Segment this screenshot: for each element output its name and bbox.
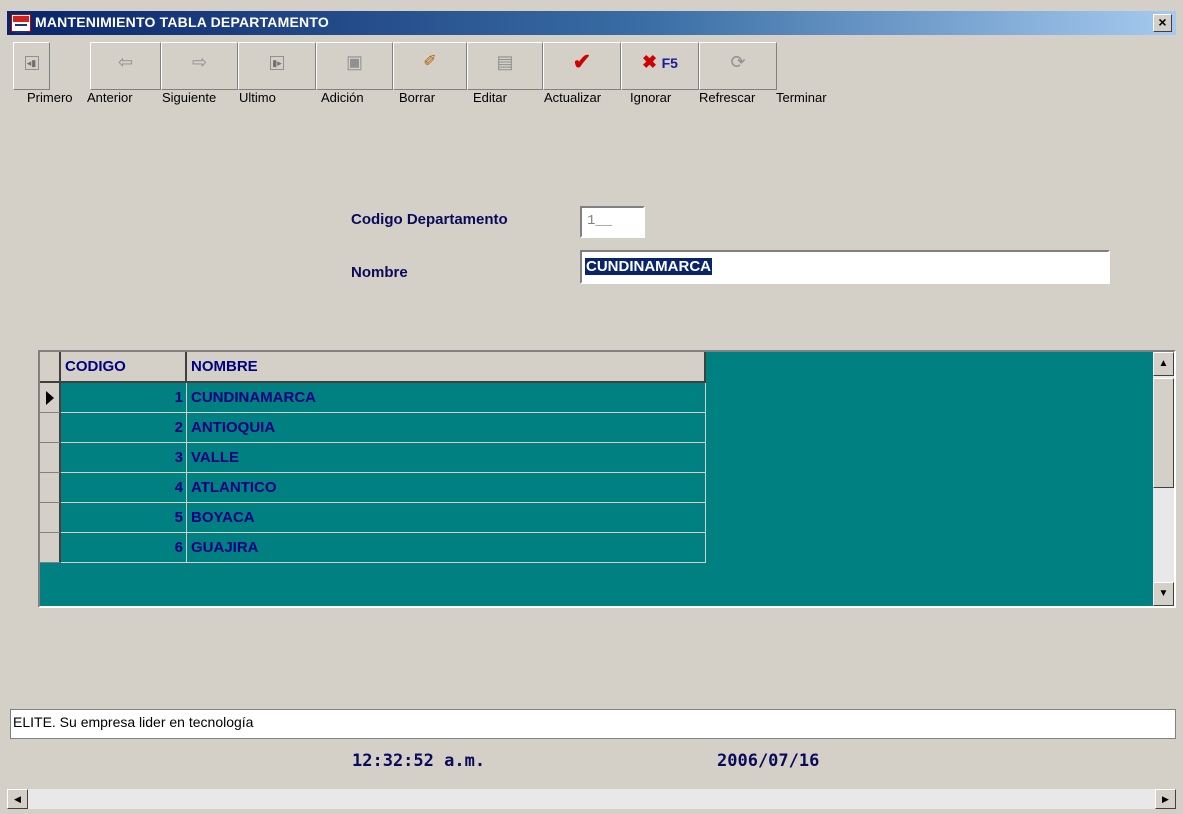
scroll-left-icon[interactable]: ◀ bbox=[7, 789, 28, 809]
main-window: MANTENIMIENTO TABLA DEPARTAMENTO × ◂▮ Pr… bbox=[0, 0, 1183, 814]
exit-label[interactable]: Terminar bbox=[776, 90, 827, 105]
first-label: Primero bbox=[27, 90, 73, 105]
row-selector[interactable] bbox=[40, 413, 61, 443]
last-record-icon: ▮▸ bbox=[239, 53, 315, 71]
nombre-field[interactable]: CUNDINAMARCA bbox=[580, 250, 1110, 284]
scroll-up-icon[interactable]: ▲ bbox=[1153, 352, 1174, 376]
row-selector[interactable] bbox=[40, 443, 61, 473]
arrow-right-icon: ⇨ bbox=[191, 52, 208, 72]
window-title: MANTENIMIENTO TABLA DEPARTAMENTO bbox=[35, 14, 329, 30]
table-row[interactable]: 3 VALLE bbox=[40, 443, 706, 473]
edit-button[interactable]: ▤ bbox=[467, 42, 543, 90]
previous-button[interactable]: ⇦ bbox=[90, 42, 161, 90]
header-corner bbox=[40, 352, 61, 383]
arrow-left-icon: ⇦ bbox=[117, 52, 134, 72]
cell-codigo[interactable]: 5 bbox=[61, 503, 187, 533]
grid-vertical-scrollbar[interactable]: ▲ ▼ bbox=[1153, 352, 1174, 606]
row-selector[interactable] bbox=[40, 473, 61, 503]
refresh-button[interactable]: ⟳ bbox=[699, 42, 777, 90]
edit-document-icon: ▤ bbox=[496, 52, 514, 72]
first-button[interactable]: ◂▮ bbox=[13, 42, 50, 90]
delete-button[interactable]: ✐ bbox=[393, 42, 467, 90]
previous-label: Anterior bbox=[87, 90, 133, 105]
status-date: 2006/07/16 bbox=[717, 751, 820, 771]
app-logo-icon bbox=[11, 14, 31, 33]
table-row[interactable]: 1 CUNDINAMARCA bbox=[40, 383, 706, 413]
save-disk-icon: ▣ bbox=[345, 52, 363, 72]
next-button[interactable]: ⇨ bbox=[161, 42, 238, 90]
scroll-right-icon[interactable]: ▶ bbox=[1155, 789, 1176, 809]
title-bar[interactable]: MANTENIMIENTO TABLA DEPARTAMENTO × bbox=[7, 11, 1176, 35]
scroll-down-icon[interactable]: ▼ bbox=[1153, 582, 1174, 606]
delete-label: Borrar bbox=[399, 90, 436, 105]
scroll-thumb[interactable] bbox=[1153, 378, 1174, 488]
cell-nombre[interactable]: GUAJIRA bbox=[187, 533, 706, 563]
last-label: Ultimo bbox=[239, 90, 276, 105]
status-message: ELITE. Su empresa lider en tecnología bbox=[10, 709, 1176, 739]
refresh-label: Refrescar bbox=[699, 90, 756, 105]
cell-codigo[interactable]: 4 bbox=[61, 473, 187, 503]
cell-nombre[interactable]: ATLANTICO bbox=[187, 473, 706, 503]
cell-codigo[interactable]: 3 bbox=[61, 443, 187, 473]
edit-label: Editar bbox=[473, 90, 507, 105]
update-button[interactable]: ✔ bbox=[543, 42, 621, 90]
refresh-icon: ⟳ bbox=[730, 52, 746, 72]
toolbar: ◂▮ Primero ⇦ Anterior ⇨ Siguiente ▮▸ Ult… bbox=[13, 42, 853, 105]
grid-header: CODIGO NOMBRE bbox=[40, 352, 706, 383]
last-button[interactable]: ▮▸ bbox=[238, 42, 316, 90]
add-button[interactable]: ▣ bbox=[316, 42, 393, 90]
cell-nombre[interactable]: CUNDINAMARCA bbox=[187, 383, 706, 413]
add-label: Adición bbox=[321, 90, 364, 105]
cell-nombre[interactable]: ANTIOQUIA bbox=[187, 413, 706, 443]
check-icon: ✔ bbox=[572, 49, 592, 74]
table-row[interactable]: 4 ATLANTICO bbox=[40, 473, 706, 503]
cell-nombre[interactable]: VALLE bbox=[187, 443, 706, 473]
codigo-label: Codigo Departamento bbox=[351, 211, 508, 228]
table-row[interactable]: 6 GUAJIRA bbox=[40, 533, 706, 563]
table-row[interactable]: 5 BOYACA bbox=[40, 503, 706, 533]
horizontal-scrollbar[interactable]: ◀ ▶ bbox=[7, 789, 1176, 809]
cell-codigo[interactable]: 1 bbox=[61, 383, 187, 413]
codigo-field[interactable]: 1__ bbox=[580, 206, 645, 238]
table-row[interactable]: 2 ANTIOQUIA bbox=[40, 413, 706, 443]
cell-codigo[interactable]: 2 bbox=[61, 413, 187, 443]
row-selector[interactable] bbox=[40, 533, 61, 563]
row-selector[interactable] bbox=[40, 503, 61, 533]
first-record-icon: ◂▮ bbox=[14, 53, 49, 71]
nombre-label: Nombre bbox=[351, 264, 408, 281]
column-header-nombre[interactable]: NOMBRE bbox=[187, 352, 706, 383]
cell-codigo[interactable]: 6 bbox=[61, 533, 187, 563]
ignore-label: Ignorar bbox=[630, 90, 672, 105]
update-label: Actualizar bbox=[544, 90, 602, 105]
cell-nombre[interactable]: BOYACA bbox=[187, 503, 706, 533]
close-button[interactable]: × bbox=[1153, 14, 1172, 32]
nombre-value-selected: CUNDINAMARCA bbox=[585, 258, 712, 275]
ignore-button[interactable]: ✖ F5 bbox=[621, 42, 699, 90]
column-header-codigo[interactable]: CODIGO bbox=[61, 352, 187, 383]
cancel-x-icon: ✖ F5 bbox=[642, 52, 678, 72]
eraser-icon: ✐ bbox=[423, 53, 437, 70]
next-label: Siguiente bbox=[162, 90, 217, 105]
row-selector-current[interactable] bbox=[40, 383, 61, 413]
departments-grid[interactable]: CODIGO NOMBRE 1 CUNDINAMARCA 2 ANTIOQUIA… bbox=[38, 350, 1176, 608]
status-time: 12:32:52 a.m. bbox=[352, 751, 486, 771]
